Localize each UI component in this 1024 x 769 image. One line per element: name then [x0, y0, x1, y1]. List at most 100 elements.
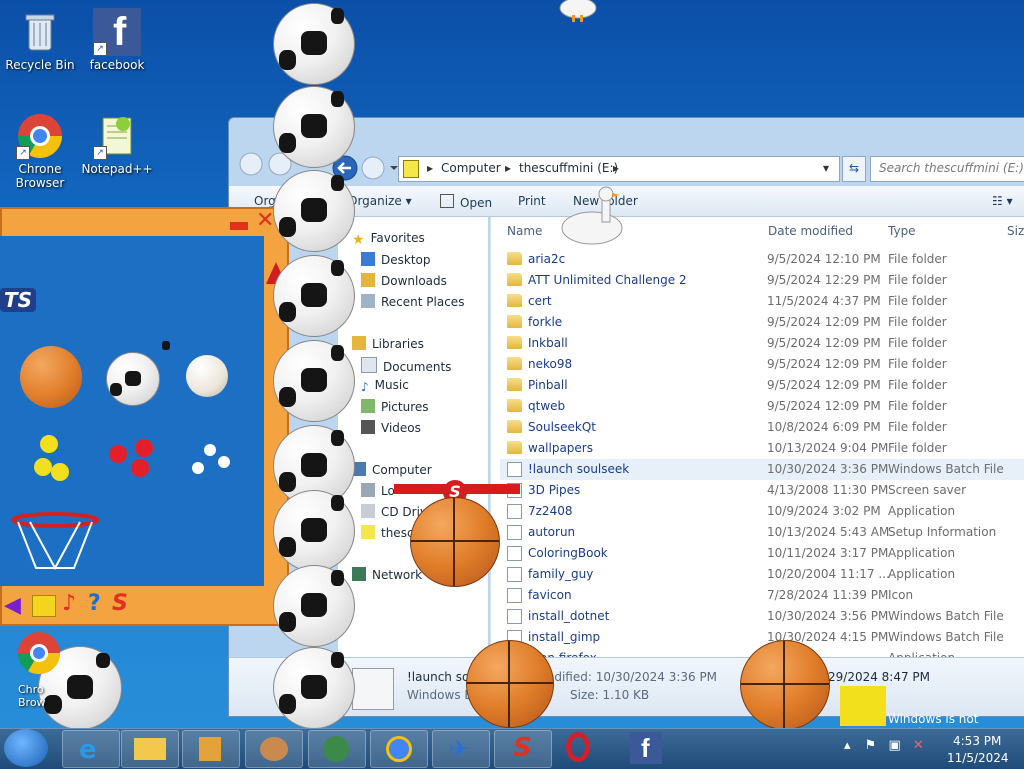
nav-local-disk[interactable]: Lo: [361, 483, 395, 498]
soccer-ball[interactable]: [273, 255, 355, 337]
nav-videos[interactable]: Videos: [361, 420, 421, 435]
taskbar-chrome[interactable]: [370, 730, 428, 768]
file-name[interactable]: favicon: [528, 588, 572, 602]
notepadpp-desktop-icon[interactable]: ↗ Notepad++: [77, 112, 157, 176]
flag-icon[interactable]: ⚑: [865, 738, 877, 753]
file-row[interactable]: 3D Pipes 4/13/2008 11:30 PM Screen saver: [500, 480, 1024, 501]
file-name[interactable]: wallpapers: [528, 441, 593, 455]
file-row[interactable]: cert 11/5/2024 4:37 PM File folder: [500, 291, 1024, 312]
file-name[interactable]: family_guy: [528, 567, 593, 581]
recycle-bin-icon[interactable]: Recycle Bin: [0, 8, 80, 72]
volume-muted-icon[interactable]: ✕: [913, 738, 924, 753]
file-name[interactable]: install_gimp: [528, 630, 600, 644]
file-name[interactable]: Pinball: [528, 378, 568, 392]
file-row[interactable]: autorun 10/13/2024 5:43 AM Setup Informati…: [500, 522, 1024, 543]
file-row[interactable]: install_dotnet 10/30/2024 3:56 PM Windows …: [500, 606, 1024, 627]
basketball-overlay[interactable]: [466, 640, 554, 728]
file-row[interactable]: forkle 9/5/2024 12:09 PM File folder: [500, 312, 1024, 333]
red-balls-toy[interactable]: [106, 438, 158, 483]
file-row[interactable]: Inkball 9/5/2024 12:09 PM File folder: [500, 333, 1024, 354]
search-input[interactable]: Search thescuffmini (E:): [870, 156, 1024, 182]
address-bar[interactable]: ▸ Computer ▸ thescuffmini (E:) ▸ ▾: [398, 156, 840, 182]
file-row[interactable]: favicon 7/28/2024 11:39 PM Icon: [500, 585, 1024, 606]
taskbar-media-player[interactable]: [182, 730, 240, 768]
white-balls-toy[interactable]: [190, 444, 234, 481]
file-row[interactable]: ColoringBook 10/11/2024 3:17 PM Applicatio…: [500, 543, 1024, 564]
taskbar-globe[interactable]: [308, 730, 366, 768]
nav-thescuffmini[interactable]: thesc: [361, 525, 414, 540]
file-name[interactable]: SoulseekQt: [528, 420, 596, 434]
start-button[interactable]: [4, 729, 48, 767]
file-name[interactable]: autorun: [528, 525, 575, 539]
file-row[interactable]: !launch soulseek 10/30/2024 3:36 PM Window…: [500, 459, 1024, 480]
nav-computer[interactable]: Computer: [352, 462, 432, 477]
minimize-button[interactable]: [230, 222, 248, 230]
nav-desktop[interactable]: Desktop: [361, 252, 431, 267]
nav-music[interactable]: ♪ Music: [361, 378, 409, 394]
music-note-icon[interactable]: ♪: [62, 591, 76, 616]
basketball-hoop[interactable]: [10, 512, 100, 575]
organize-button[interactable]: Organize ▾: [348, 194, 412, 208]
breadcrumb-computer[interactable]: Computer: [441, 161, 501, 175]
back-arrow-icon[interactable]: ◀: [4, 593, 21, 618]
column-type[interactable]: Type: [888, 224, 916, 238]
nav-recent-places[interactable]: Recent Places: [361, 294, 464, 309]
help-icon[interactable]: ?: [88, 591, 101, 616]
file-row[interactable]: ATT Unlimited Challenge 2 9/5/2024 12:29 …: [500, 270, 1024, 291]
open-button[interactable]: Open: [440, 194, 492, 210]
baseball-toy[interactable]: [186, 355, 228, 397]
file-name[interactable]: Inkball: [528, 336, 568, 350]
clock-date[interactable]: 11/5/2024: [947, 751, 1009, 765]
nav-network[interactable]: Network: [352, 567, 422, 582]
basketball-overlay[interactable]: [740, 640, 830, 730]
file-name[interactable]: 3D Pipes: [528, 483, 580, 497]
nav-downloads[interactable]: Downloads: [361, 273, 447, 288]
soccer-ball[interactable]: [273, 340, 355, 422]
taskbar-bird-app[interactable]: ✈: [432, 730, 490, 768]
column-date-modified[interactable]: Date modified: [768, 224, 853, 238]
file-row[interactable]: Pinball 9/5/2024 12:09 PM File folder: [500, 375, 1024, 396]
soccer-ball[interactable]: [273, 647, 355, 729]
nav-pictures[interactable]: Pictures: [361, 399, 429, 414]
taskbar-opera[interactable]: [566, 732, 590, 762]
facebook-desktop-icon[interactable]: f ↗ facebook: [77, 8, 157, 72]
file-row[interactable]: wallpapers 10/13/2024 9:04 PM File folder: [500, 438, 1024, 459]
show-hidden-icons-icon[interactable]: ▴: [844, 738, 851, 753]
file-row[interactable]: neko98 9/5/2024 12:09 PM File folder: [500, 354, 1024, 375]
column-size[interactable]: Siz: [1007, 224, 1024, 238]
soccer-ball[interactable]: [273, 565, 355, 647]
file-name[interactable]: forkle: [528, 315, 562, 329]
square-tool-icon[interactable]: [32, 595, 56, 617]
nav-documents[interactable]: Documents: [361, 357, 451, 374]
column-name[interactable]: Name: [507, 224, 542, 238]
soccer-ball[interactable]: [273, 490, 355, 572]
file-row[interactable]: SoulseekQt 10/8/2024 6:09 PM File folder: [500, 417, 1024, 438]
file-name[interactable]: ColoringBook: [528, 546, 608, 560]
refresh-button[interactable]: ⇆: [842, 156, 866, 182]
file-row[interactable]: family_guy 10/20/2004 11:17 ... Applicatio…: [500, 564, 1024, 585]
basketball-toy[interactable]: [20, 346, 82, 408]
taskbar-s-app[interactable]: S: [494, 730, 552, 768]
print-button[interactable]: Print: [518, 194, 546, 208]
yellow-balls-toy[interactable]: [32, 434, 76, 491]
file-row[interactable]: 7z2408 10/9/2024 3:02 PM Application: [500, 501, 1024, 522]
taskbar-paint[interactable]: [245, 730, 303, 768]
clock-time[interactable]: 4:53 PM: [953, 734, 1001, 748]
file-name[interactable]: install_dotnet: [528, 609, 609, 623]
soccer-ball[interactable]: [273, 86, 355, 168]
file-name[interactable]: neko98: [528, 357, 572, 371]
s-logo-icon[interactable]: S: [112, 591, 128, 616]
close-icon[interactable]: ✕: [256, 208, 274, 233]
file-row[interactable]: qtweb 9/5/2024 12:09 PM File folder: [500, 396, 1024, 417]
breadcrumb-drive[interactable]: thescuffmini (E:): [519, 161, 618, 175]
soccer-ball[interactable]: [273, 3, 355, 85]
nav-libraries[interactable]: Libraries: [352, 336, 424, 351]
view-options-icon[interactable]: ☷ ▾: [992, 194, 1013, 208]
basketball-overlay[interactable]: [410, 497, 500, 587]
file-name[interactable]: cert: [528, 294, 552, 308]
chrome-desktop-icon[interactable]: ↗ Chrone Browser: [0, 112, 80, 190]
soccer-ball-toy[interactable]: [106, 352, 160, 406]
file-name[interactable]: !launch soulseek: [528, 462, 629, 476]
nav-favorites[interactable]: ★ Favorites: [352, 231, 425, 248]
file-name[interactable]: 7z2408: [528, 504, 572, 518]
